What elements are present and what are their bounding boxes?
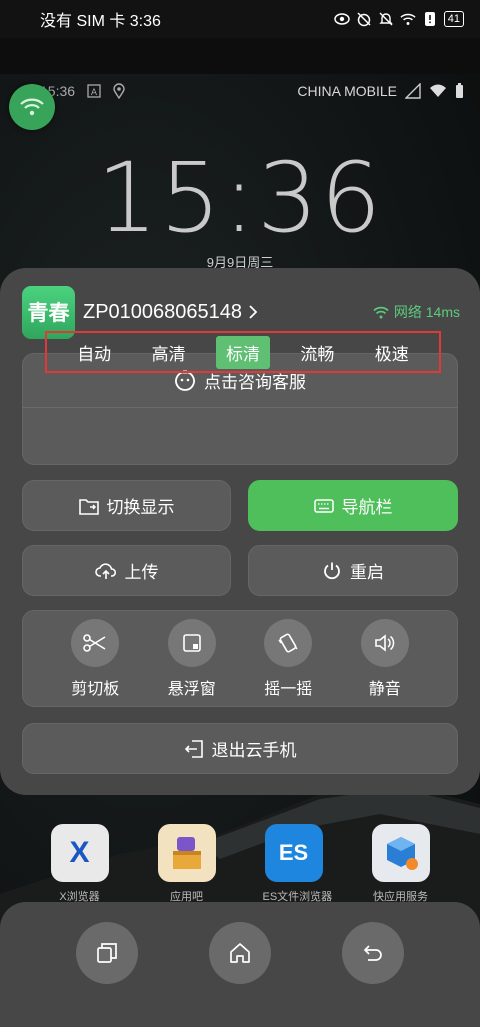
device-id: ZP010068065148 — [83, 300, 243, 323]
quality-option-sd[interactable]: 标清 — [215, 335, 270, 369]
wifi-icon — [400, 11, 416, 27]
nav-bar-label: 导航栏 — [341, 498, 393, 517]
restart-label: 重启 — [350, 563, 384, 582]
nav-bar-button[interactable]: 导航栏 — [248, 480, 458, 531]
remote-status-right: CHINA MOBILE — [297, 83, 464, 99]
remote-wifi-icon — [429, 84, 447, 98]
app-x-browser[interactable]: X X浏览器 — [49, 824, 111, 904]
mute-label: 静音 — [368, 680, 401, 698]
switch-display-label: 切换显示 — [106, 498, 175, 517]
floating-wifi-button[interactable] — [9, 84, 55, 130]
battery-icon: 41 — [443, 11, 464, 27]
alarm-off-icon — [356, 11, 372, 27]
switch-display-button[interactable]: 切换显示 — [22, 480, 231, 531]
upload-label: 上传 — [124, 563, 159, 582]
cube-gear-icon — [371, 824, 430, 882]
network-status: 网络 14ms — [373, 302, 460, 322]
upload-button[interactable]: 上传 — [22, 545, 231, 596]
power-icon — [322, 561, 342, 581]
lock-clock: 15:36 — [96, 142, 384, 254]
back-icon — [362, 943, 384, 963]
quality-option-auto[interactable]: 自动 — [67, 336, 121, 369]
shake-phone-icon — [264, 618, 313, 667]
remote-status-bar: 15:36 A CHINA MOBILE — [0, 74, 480, 108]
tools-row: 剪切板 悬浮窗 摇一摇 静音 — [22, 610, 458, 707]
quality-option-hd[interactable]: 高清 — [142, 336, 196, 369]
keyboard-icon — [313, 498, 334, 513]
es-file-icon: ES — [264, 824, 323, 882]
floating-window-icon — [167, 618, 216, 667]
signal-icon — [405, 83, 421, 99]
status-bar: 没有 SIM 卡 3:36 41 — [0, 0, 480, 38]
back-button[interactable] — [342, 922, 405, 984]
quality-selector: 自动 高清 标清 流畅 极速 — [45, 331, 441, 373]
app-box-icon — [157, 824, 216, 882]
status-carrier-time: 没有 SIM 卡 3:36 — [40, 13, 161, 30]
shake-label: 摇一摇 — [264, 680, 313, 698]
home-icon — [229, 942, 251, 964]
remote-battery-icon — [455, 83, 464, 99]
speaker-icon — [360, 618, 409, 667]
home-button[interactable] — [208, 922, 271, 984]
network-latency: 网络 14ms — [393, 304, 460, 320]
floating-window-tool[interactable]: 悬浮窗 — [152, 618, 232, 699]
floating-window-label: 悬浮窗 — [167, 680, 216, 698]
remote-status-left: 15:36 A — [40, 83, 297, 99]
shake-tool[interactable]: 摇一摇 — [248, 618, 328, 699]
clipboard-tool[interactable]: 剪切板 — [55, 618, 135, 699]
a-icon: A — [87, 84, 101, 98]
cloud-phone-control-panel: 青春 ZP010068065148 网络 14ms 点击咨询客服 自动 高清 标… — [0, 268, 480, 795]
quality-option-smooth[interactable]: 流畅 — [290, 336, 344, 369]
scissors-icon — [71, 618, 120, 667]
recent-apps-icon — [96, 942, 118, 964]
wifi-icon — [373, 306, 389, 319]
wifi-icon — [20, 97, 44, 117]
cloud-upload-icon — [94, 562, 117, 580]
bell-off-icon — [378, 11, 394, 27]
bottom-nav-bar — [0, 902, 480, 1027]
chevron-right-icon — [248, 304, 258, 320]
recent-apps-button[interactable] — [75, 922, 138, 984]
exit-icon — [184, 739, 204, 759]
eye-icon — [334, 11, 350, 27]
device-id-link[interactable]: ZP010068065148 — [83, 301, 258, 324]
mute-tool[interactable]: 静音 — [345, 618, 425, 699]
clipboard-label: 剪切板 — [71, 680, 120, 698]
quality-option-fast[interactable]: 极速 — [365, 336, 419, 369]
location-icon — [113, 83, 125, 99]
svg-text:A: A — [91, 88, 98, 98]
alert-icon — [422, 11, 438, 27]
remote-carrier: CHINA MOBILE — [297, 83, 397, 99]
app-es-file[interactable]: ES ES文件浏览器 — [263, 824, 332, 904]
exit-cloud-phone-button[interactable]: 退出云手机 — [22, 723, 458, 774]
switch-display-icon — [78, 497, 99, 515]
app-quick-service[interactable]: 快应用服务 — [370, 824, 432, 904]
app-yingyongba[interactable]: 应用吧 — [156, 824, 218, 904]
restart-button[interactable]: 重启 — [248, 545, 458, 596]
x-browser-icon: X — [50, 824, 109, 882]
exit-label: 退出云手机 — [211, 741, 297, 760]
status-icons: 41 — [334, 11, 464, 27]
app-row: X X浏览器 应用吧 ES ES文件浏览器 快应用服务 — [0, 824, 480, 904]
